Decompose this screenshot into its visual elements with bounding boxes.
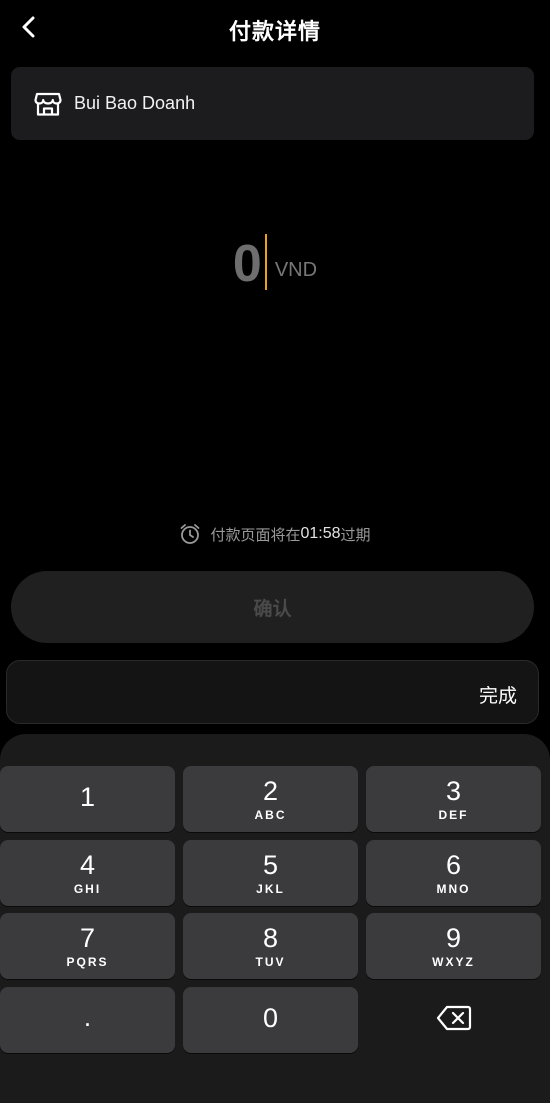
key-digit: 4	[79, 850, 96, 880]
keyboard-toolbar: 完成	[6, 660, 539, 724]
key-letters: GHI	[73, 882, 102, 896]
timer-countdown: 01:58	[300, 525, 341, 542]
key-letters: WXYZ	[432, 955, 475, 969]
key-decimal[interactable]: .	[0, 987, 175, 1053]
key-letters: DEF	[438, 808, 469, 822]
merchant-card: Bui Bao Doanh	[11, 67, 534, 140]
key-4[interactable]: 4 GHI	[0, 840, 175, 906]
key-9[interactable]: 9 WXYZ	[366, 913, 541, 979]
key-letters: ABC	[254, 808, 287, 822]
key-digit: 8	[262, 923, 279, 953]
key-letters: TUV	[255, 955, 286, 969]
timer-prefix: 付款页面将在	[210, 525, 301, 544]
key-8[interactable]: 8 TUV	[183, 913, 358, 979]
key-digit: 3	[445, 776, 462, 806]
merchant-name: Bui Bao Doanh	[74, 93, 196, 113]
text-caret	[264, 234, 267, 290]
backspace-key[interactable]	[366, 987, 541, 1053]
page-title: 付款详情	[228, 20, 321, 45]
amount-value: 0	[232, 235, 262, 293]
key-letters: PQRS	[66, 955, 109, 969]
key-digit: 7	[79, 923, 96, 953]
key-digit: 0	[262, 1003, 279, 1033]
timer-suffix: 过期	[340, 525, 371, 544]
done-button[interactable]: 完成	[479, 681, 517, 708]
key-digit: 2	[262, 776, 279, 806]
key-1[interactable]: 1	[0, 766, 175, 832]
currency-label: VND	[274, 259, 318, 281]
key-digit: 6	[445, 850, 462, 880]
key-6[interactable]: 6 MNO	[366, 840, 541, 906]
key-digit: 5	[262, 850, 279, 880]
key-letters: JKL	[256, 882, 285, 896]
expiry-timer: 付款页面将在 01:58 过期	[0, 523, 550, 545]
key-digit: .	[83, 1002, 92, 1032]
alarm-clock-icon	[179, 523, 201, 545]
header: 付款详情	[0, 0, 550, 58]
key-7[interactable]: 7 PQRS	[0, 913, 175, 979]
confirm-button[interactable]: 确认	[11, 571, 534, 643]
key-3[interactable]: 3 DEF	[366, 766, 541, 832]
store-icon	[33, 89, 63, 119]
key-0[interactable]: 0	[183, 987, 358, 1053]
amount-input[interactable]: 0 VND	[0, 224, 550, 294]
key-5[interactable]: 5 JKL	[183, 840, 358, 906]
key-digit: 9	[445, 923, 462, 953]
key-digit: 1	[79, 782, 96, 812]
key-2[interactable]: 2 ABC	[183, 766, 358, 832]
backspace-icon	[436, 1005, 472, 1035]
key-letters: MNO	[436, 882, 471, 896]
